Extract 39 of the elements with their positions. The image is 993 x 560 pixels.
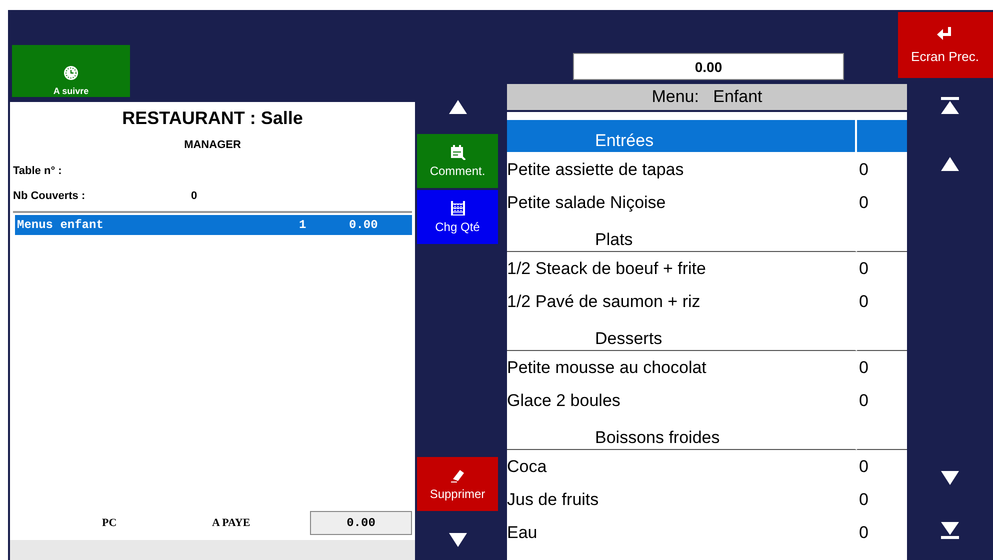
field-label: Nb Couverts : xyxy=(13,190,86,202)
menu-item-row[interactable]: Jus de fruits 0 xyxy=(507,483,907,516)
scroll-top-button[interactable] xyxy=(941,97,959,114)
user-name: MANAGER xyxy=(183,139,242,151)
menu-item-row[interactable]: 1/2 Pavé de saumon + riz 0 xyxy=(507,285,907,318)
menu-item-row[interactable]: Coca 0 xyxy=(507,450,907,483)
category-row[interactable]: Boissons froides xyxy=(507,417,907,450)
change-quantity-button[interactable]: Chg Qté xyxy=(417,190,498,244)
field-value: 0 xyxy=(191,190,198,202)
menu-item-row[interactable]: 1/2 Steack de boeuf + frite 0 xyxy=(507,252,907,285)
field-label: Table n° : xyxy=(13,165,63,177)
menu-item-row[interactable]: Petite assiette de tapas 0 xyxy=(507,153,907,186)
eraser-icon xyxy=(450,467,466,483)
delete-button[interactable]: Supprimer xyxy=(417,457,498,511)
total-due-field: 0.00 xyxy=(310,511,412,535)
clock-icon xyxy=(64,66,78,80)
category-row[interactable]: Entrées xyxy=(507,120,907,153)
scroll-up-button[interactable] xyxy=(941,157,959,171)
menu-item-row[interactable]: Petite salade Niçoise 0 xyxy=(507,186,907,219)
back-button[interactable]: Ecran Prec. xyxy=(898,12,992,78)
total-field: 0.00 xyxy=(573,53,844,80)
follow-button[interactable]: A suivre xyxy=(12,45,130,97)
menu-item-row[interactable]: Glace 2 boules 0 xyxy=(507,384,907,417)
scroll-bottom-button[interactable] xyxy=(941,522,959,539)
footer-label: PC xyxy=(102,517,118,529)
comment-button[interactable]: Comment. xyxy=(417,134,498,188)
ticket-title: RESTAURANT : Salle xyxy=(121,108,304,129)
menu-item-row[interactable]: Eau 0 xyxy=(507,516,907,549)
footer-label: A PAYE xyxy=(212,517,252,529)
scroll-down-button[interactable] xyxy=(448,533,466,547)
menu-title-bar: Menu: Enfant xyxy=(507,84,907,110)
return-arrow-icon xyxy=(937,26,953,40)
scroll-up-button[interactable] xyxy=(448,100,466,114)
menu-item-row[interactable]: Petite mousse au chocolat 0 xyxy=(507,351,907,384)
abacus-icon xyxy=(450,200,466,216)
scroll-down-button[interactable] xyxy=(941,471,959,485)
category-row[interactable]: Desserts xyxy=(507,318,907,351)
category-row[interactable]: Plats xyxy=(507,219,907,252)
calendar-pen-icon xyxy=(450,144,466,160)
